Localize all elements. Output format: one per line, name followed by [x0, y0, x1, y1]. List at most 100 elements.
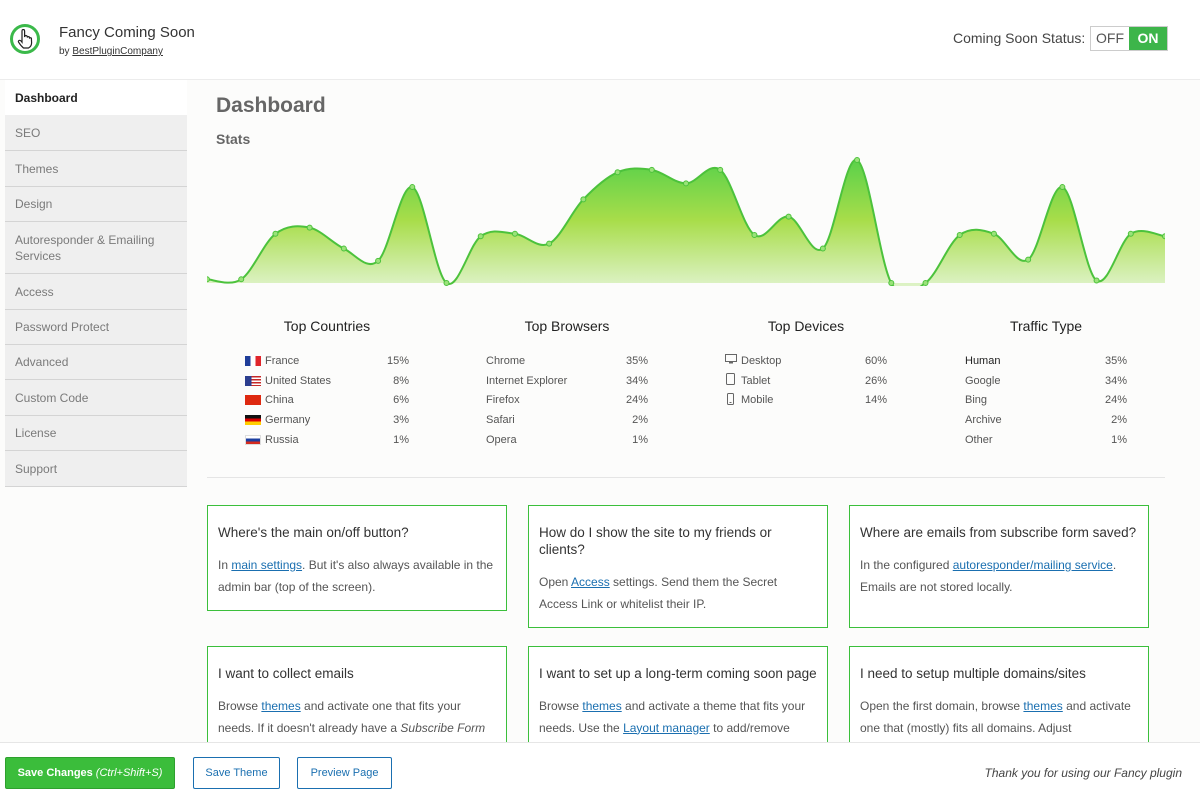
browser-name: Chrome [486, 354, 526, 367]
chart-point [207, 276, 210, 283]
mobile-icon [725, 392, 737, 408]
main-settings-link[interactable]: main settings [231, 558, 302, 572]
browser-row: Firefox 24% [486, 391, 648, 411]
faq-card-title: I want to set up a long-term coming soon… [539, 666, 817, 681]
chart-point [238, 276, 245, 283]
themes-link[interactable]: themes [261, 699, 300, 713]
coming-soon-toggle[interactable]: OFF ON [1090, 26, 1168, 51]
chart-point [648, 166, 655, 173]
chart-point [683, 180, 689, 187]
faq-card-title: Where are emails from subscribe form sav… [860, 525, 1137, 540]
top-devices-panel: Top Devices Desktop 60% Tablet 26% Mobil… [706, 318, 906, 410]
browser-name: Firefox [486, 394, 520, 407]
country-name: Germany [265, 414, 311, 427]
stats-divider [207, 477, 1165, 478]
layout-manager-link[interactable]: Layout manager [623, 721, 710, 735]
device-name: Mobile [741, 394, 774, 407]
app-title: Fancy Coming Soon [59, 24, 195, 41]
app-header: Fancy Coming Soon by BestPluginCompany C… [0, 0, 1200, 80]
chart-point [1127, 230, 1134, 237]
autoresponder-link[interactable]: autoresponder/mailing service [953, 558, 1113, 572]
save-changes-button[interactable]: Save Changes (Ctrl+Shift+S) [5, 757, 175, 789]
traffic-area-chart [207, 157, 1165, 286]
browser-name: Opera [486, 434, 517, 447]
chart-point [340, 245, 347, 252]
save-theme-button[interactable]: Save Theme [193, 757, 280, 789]
sidebar-item-license[interactable]: License [5, 416, 187, 451]
chart-point [580, 196, 587, 203]
chart-area-fill [207, 159, 1165, 286]
traffic-value: 2% [1111, 414, 1127, 427]
browser-row: Internet Explorer 34% [486, 371, 648, 391]
sidebar-item-access[interactable]: Access [5, 274, 187, 310]
chart-point [751, 232, 758, 239]
themes-link[interactable]: themes [582, 699, 621, 713]
sidebar-item-dashboard[interactable]: Dashboard [5, 80, 187, 115]
country-name: United States [265, 374, 332, 387]
save-shortcut-hint: (Ctrl+Shift+S) [95, 767, 163, 779]
preview-page-button[interactable]: Preview Page [297, 757, 392, 789]
traffic-name: Human [965, 354, 1001, 367]
traffic-name: Archive [965, 414, 1002, 427]
sidebar-item-autoresponder[interactable]: Autoresponder & Emailing Services [5, 222, 187, 274]
country-row: United States 8% [245, 371, 409, 391]
chart-point [1059, 184, 1066, 191]
device-value: 14% [864, 394, 887, 407]
browser-value: 35% [625, 354, 648, 367]
top-devices-title: Top Devices [767, 318, 845, 334]
top-browsers-panel: Top Browsers Chrome 35% Internet Explorer… [467, 318, 667, 450]
faq-card-body: Browse themes and activate one that fits… [218, 699, 486, 735]
stats-heading: Stats [216, 131, 251, 147]
footer-bar: Save Changes (Ctrl+Shift+S) Save Theme P… [0, 742, 1200, 800]
traffic-row: Google 34% [965, 371, 1127, 391]
country-value: 8% [393, 374, 409, 387]
device-row: Mobile 14% [725, 391, 887, 411]
chart-point [785, 213, 792, 220]
toggle-off-option[interactable]: OFF [1091, 27, 1129, 50]
chart-point [1093, 277, 1100, 284]
germany-flag-icon [245, 415, 261, 426]
browser-value: 24% [625, 394, 648, 407]
sidebar-item-seo[interactable]: SEO [5, 115, 187, 151]
sidebar-nav: Dashboard SEO Themes Design Autoresponde… [5, 80, 187, 487]
chart-point [443, 280, 450, 286]
chart-point [854, 157, 861, 163]
country-name: Russia [265, 434, 299, 447]
faq-card-body: In main settings. But it's also always a… [218, 558, 494, 594]
page-title: Dashboard [216, 94, 326, 117]
toggle-on-option[interactable]: ON [1129, 27, 1167, 50]
traffic-value: 1% [1111, 434, 1127, 447]
us-flag-icon [245, 375, 261, 386]
device-row: Desktop 60% [725, 351, 887, 371]
device-value: 60% [864, 354, 887, 367]
sidebar-item-password-protect[interactable]: Password Protect [5, 310, 187, 345]
traffic-row: Human 35% [965, 351, 1127, 371]
sidebar-item-themes[interactable]: Themes [5, 151, 187, 187]
sidebar-item-advanced[interactable]: Advanced [5, 345, 187, 380]
author-link[interactable]: BestPluginCompany [72, 46, 163, 57]
faq-card-title: I need to setup multiple domains/sites [860, 666, 1086, 681]
faq-card-collect-emails: I want to collect emails Browse themes a… [207, 646, 507, 756]
faq-card-title: How do I show the site to my friends or … [539, 525, 772, 557]
country-row: Russia 1% [245, 430, 409, 450]
browser-name: Safari [486, 414, 515, 427]
chart-point [306, 224, 313, 231]
themes-link[interactable]: themes [1023, 699, 1062, 713]
desktop-icon [725, 354, 737, 367]
sidebar-item-support[interactable]: Support [5, 451, 187, 487]
chart-point [1162, 233, 1165, 240]
faq-card-on-off: Where's the main on/off button? In main … [207, 505, 507, 611]
browser-value: 1% [632, 434, 648, 447]
sidebar-item-custom-code[interactable]: Custom Code [5, 380, 187, 416]
access-settings-link[interactable]: Access [571, 575, 610, 589]
chart-point [409, 184, 416, 191]
faq-card-title: I want to collect emails [218, 666, 354, 681]
sidebar-item-design[interactable]: Design [5, 187, 187, 222]
browser-row: Opera 1% [486, 430, 648, 450]
traffic-name: Bing [965, 394, 988, 407]
faq-card-long-term: I want to set up a long-term coming soon… [528, 646, 828, 756]
device-row: Tablet 26% [725, 371, 887, 391]
chart-point [956, 232, 963, 239]
france-flag-icon [245, 355, 261, 366]
device-value: 26% [864, 374, 887, 387]
